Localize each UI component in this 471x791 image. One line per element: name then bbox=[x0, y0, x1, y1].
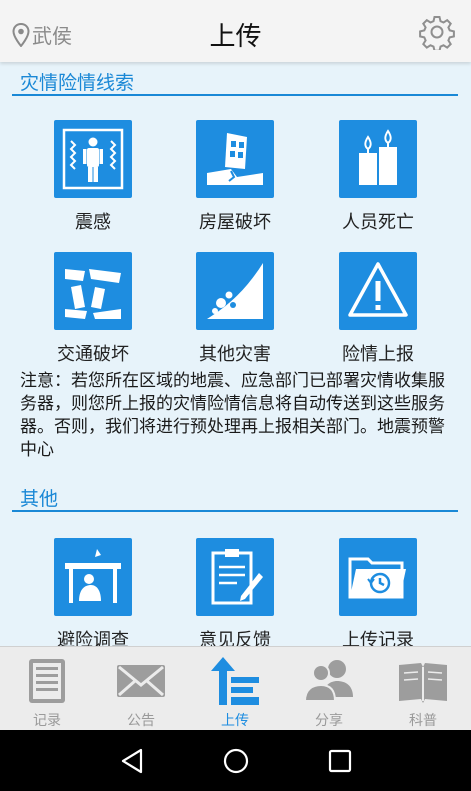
tab-science[interactable]: 科普 bbox=[376, 647, 470, 731]
road-damage-icon bbox=[54, 252, 132, 330]
tab-label: 记录 bbox=[33, 713, 61, 729]
tab-share[interactable]: 分享 bbox=[282, 647, 376, 731]
tile-casualty[interactable]: 人员死亡 bbox=[318, 120, 438, 234]
system-nav-bar bbox=[0, 730, 471, 791]
top-bar: 武侯 上传 bbox=[0, 0, 471, 62]
gear-icon[interactable] bbox=[419, 14, 455, 50]
section-title-clues: 灾情险情线索 bbox=[20, 72, 135, 94]
page-title: 上传 bbox=[209, 22, 262, 52]
tile-traffic-damage[interactable]: 交通破坏 bbox=[33, 252, 153, 366]
clipboard-pen-icon bbox=[196, 538, 274, 616]
tile-refuge-survey[interactable]: 避险调查 bbox=[33, 538, 153, 652]
back-icon[interactable] bbox=[117, 746, 147, 776]
tile-feedback[interactable]: 意见反馈 bbox=[175, 538, 295, 652]
tile-label: 其他灾害 bbox=[199, 344, 271, 365]
document-icon bbox=[29, 659, 65, 703]
tile-house-damage[interactable]: 房屋破坏 bbox=[175, 120, 295, 234]
tile-other-disaster[interactable]: 其他灾害 bbox=[175, 252, 295, 366]
tile-label: 震感 bbox=[75, 212, 111, 233]
tab-announce[interactable]: 公告 bbox=[94, 647, 188, 731]
tile-label: 房屋破坏 bbox=[199, 212, 271, 233]
house-damage-icon bbox=[196, 120, 274, 198]
section-divider bbox=[12, 94, 458, 96]
envelope-icon bbox=[117, 665, 165, 697]
bottom-tab-bar: 记录 公告 上传 分享 科普 bbox=[0, 646, 471, 731]
tab-label: 上传 bbox=[221, 713, 249, 729]
tile-danger-report[interactable]: 险情上报 bbox=[318, 252, 438, 366]
recents-icon[interactable] bbox=[325, 746, 355, 776]
section-title-other: 其他 bbox=[20, 488, 59, 510]
tab-upload[interactable]: 上传 bbox=[188, 647, 282, 731]
folder-history-icon bbox=[339, 538, 417, 616]
tile-earthquake[interactable]: 震感 bbox=[33, 120, 153, 234]
tab-label: 科普 bbox=[409, 713, 437, 729]
candle-icon bbox=[339, 120, 417, 198]
notice-text: 注意：若您所在区域的地震、应急部门已部署灾情收集服务器，则您所上报的灾情险情信息… bbox=[20, 371, 445, 460]
refuge-table-icon bbox=[54, 538, 132, 616]
upload-arrow-icon bbox=[211, 657, 259, 705]
tile-label: 险情上报 bbox=[342, 344, 414, 365]
tile-upload-log[interactable]: 上传记录 bbox=[318, 538, 438, 652]
section-divider bbox=[12, 510, 458, 512]
tile-label: 人员死亡 bbox=[342, 212, 414, 233]
tab-label: 公告 bbox=[127, 713, 155, 729]
landslide-icon bbox=[196, 252, 274, 330]
warning-icon bbox=[339, 252, 417, 330]
book-icon bbox=[399, 663, 447, 703]
tab-label: 分享 bbox=[315, 713, 343, 729]
users-icon bbox=[303, 660, 353, 702]
app-screen: 武侯 上传 灾情险情线索 震感 房屋破坏 人员死亡 交通破坏 其他灾害 险情上报… bbox=[0, 0, 471, 791]
earthquake-icon bbox=[54, 120, 132, 198]
tile-label: 交通破坏 bbox=[57, 344, 129, 365]
tab-record[interactable]: 记录 bbox=[0, 647, 94, 731]
home-icon[interactable] bbox=[221, 746, 251, 776]
